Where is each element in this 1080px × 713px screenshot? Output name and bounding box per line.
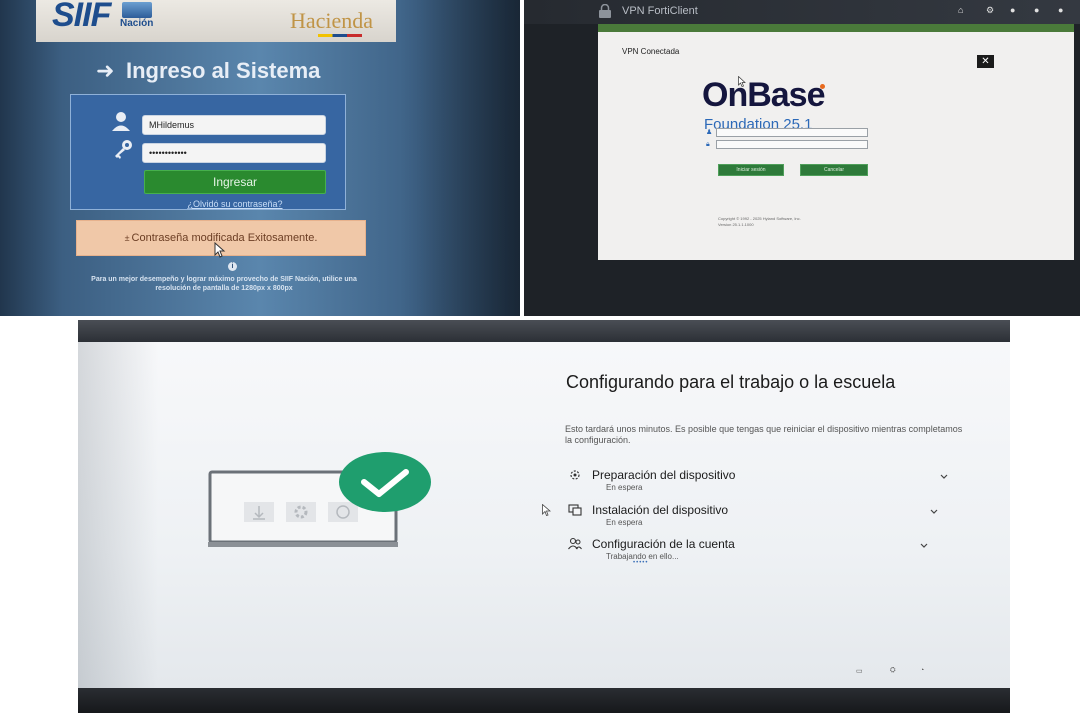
page-title: Ingreso al Sistema	[126, 58, 321, 83]
onbase-logo-accent	[820, 84, 825, 89]
keyboard-icon[interactable]: ▭	[856, 667, 863, 675]
step-label: Configuración de la cuenta	[592, 537, 735, 551]
notice-icon: ±	[124, 233, 130, 243]
password-field[interactable]: ••••••••••••	[142, 143, 326, 163]
home-icon[interactable]: ⌂	[958, 5, 963, 15]
username-field[interactable]: MHildemus	[142, 115, 326, 135]
setup-subtext: Esto tardará unos minutos. Es posible qu…	[565, 424, 963, 445]
chevron-down-icon[interactable]	[930, 509, 938, 515]
screen-shade	[78, 342, 158, 688]
checkmark-icon	[339, 452, 431, 512]
mouse-cursor-icon	[214, 242, 226, 258]
info-icon: i	[228, 262, 237, 271]
onbase-username-row: ♟	[706, 128, 868, 137]
login-arrow-icon: ➜	[96, 58, 115, 83]
cancelar-button[interactable]: Cancelar	[800, 164, 868, 176]
resolution-footnote: Para un mejor desempeño y lograr máximo …	[36, 275, 412, 293]
siif-logo-subtext: Nación	[120, 18, 154, 29]
siif-logo-emblem	[122, 2, 152, 18]
vpn-window-title: VPN FortiClient	[622, 5, 698, 17]
flag-bar	[318, 34, 362, 37]
step-status: En espera	[606, 518, 643, 527]
account-icon	[568, 537, 582, 550]
version-line: Version 25.1.1.1000	[718, 222, 754, 227]
forgot-password-link[interactable]: ¿Olvidó su contraseña?	[150, 199, 320, 209]
ingresar-button[interactable]: Ingresar	[144, 170, 326, 194]
gear-icon[interactable]: ⚙	[986, 5, 994, 16]
device-prep-icon	[570, 470, 580, 480]
setup-heading: Configurando para el trabajo o la escuel…	[566, 372, 896, 392]
siif-login-photo: SIIF Nación Hacienda ➜ Ingreso al Sistem…	[0, 0, 520, 316]
footnote-line: Para un mejor desempeño y lograr máximo …	[91, 276, 357, 283]
progress-indicator: •••••	[633, 560, 649, 566]
network-icon[interactable]: ◔	[920, 667, 924, 674]
chevron-down-icon[interactable]	[920, 543, 928, 549]
chevron-down-icon[interactable]	[940, 474, 948, 480]
vpn-status-label: VPN Conectada	[622, 47, 680, 56]
windows-setup-photo: Configurando para el trabajo o la escuel…	[78, 320, 1010, 713]
vpn-status-bar	[598, 24, 1074, 32]
close-icon[interactable]: ✕	[977, 55, 994, 68]
onbase-logo: OnBase	[702, 76, 825, 114]
step-label: Preparación del dispositivo	[592, 468, 736, 482]
hacienda-brand: Hacienda	[290, 8, 374, 33]
copyright-text: Copyright © 1992 - 2025 Hyland Software,…	[718, 216, 858, 228]
lock-icon: 🔒︎	[706, 141, 710, 148]
user-icon	[112, 112, 130, 131]
monitor-bezel-top	[78, 320, 1010, 342]
siif-logo: SIIF	[52, 0, 111, 34]
lock-small-icon[interactable]: ●	[1058, 5, 1063, 15]
accessibility-icon[interactable]: ⛭	[890, 667, 896, 675]
mouse-cursor-icon	[738, 76, 746, 87]
iniciar-sesion-button[interactable]: Iniciar sesión	[718, 164, 784, 176]
mouse-cursor-icon	[542, 504, 551, 516]
lock-icon	[599, 4, 611, 18]
footnote-line: resolución de pantalla de 1280px x 800px	[155, 285, 293, 292]
user-icon: ♟	[706, 129, 713, 136]
info-icon[interactable]: ●	[1010, 5, 1015, 15]
onbase-password-input[interactable]	[716, 140, 868, 149]
device-setup-icon	[568, 504, 582, 516]
step-label: Instalación del dispositivo	[592, 503, 729, 517]
help-icon[interactable]: ●	[1034, 5, 1039, 15]
step-status: En espera	[606, 483, 643, 492]
onbase-username-input[interactable]	[716, 128, 868, 137]
screen-glare	[400, 0, 520, 316]
monitor-bezel-bottom	[78, 688, 1010, 713]
onbase-vpn-photo: VPN FortiClient ⌂ ⚙ ● ● ● VPN Conectada …	[524, 0, 1080, 316]
key-icon	[115, 140, 132, 159]
onbase-password-row: 🔒︎	[706, 140, 868, 149]
